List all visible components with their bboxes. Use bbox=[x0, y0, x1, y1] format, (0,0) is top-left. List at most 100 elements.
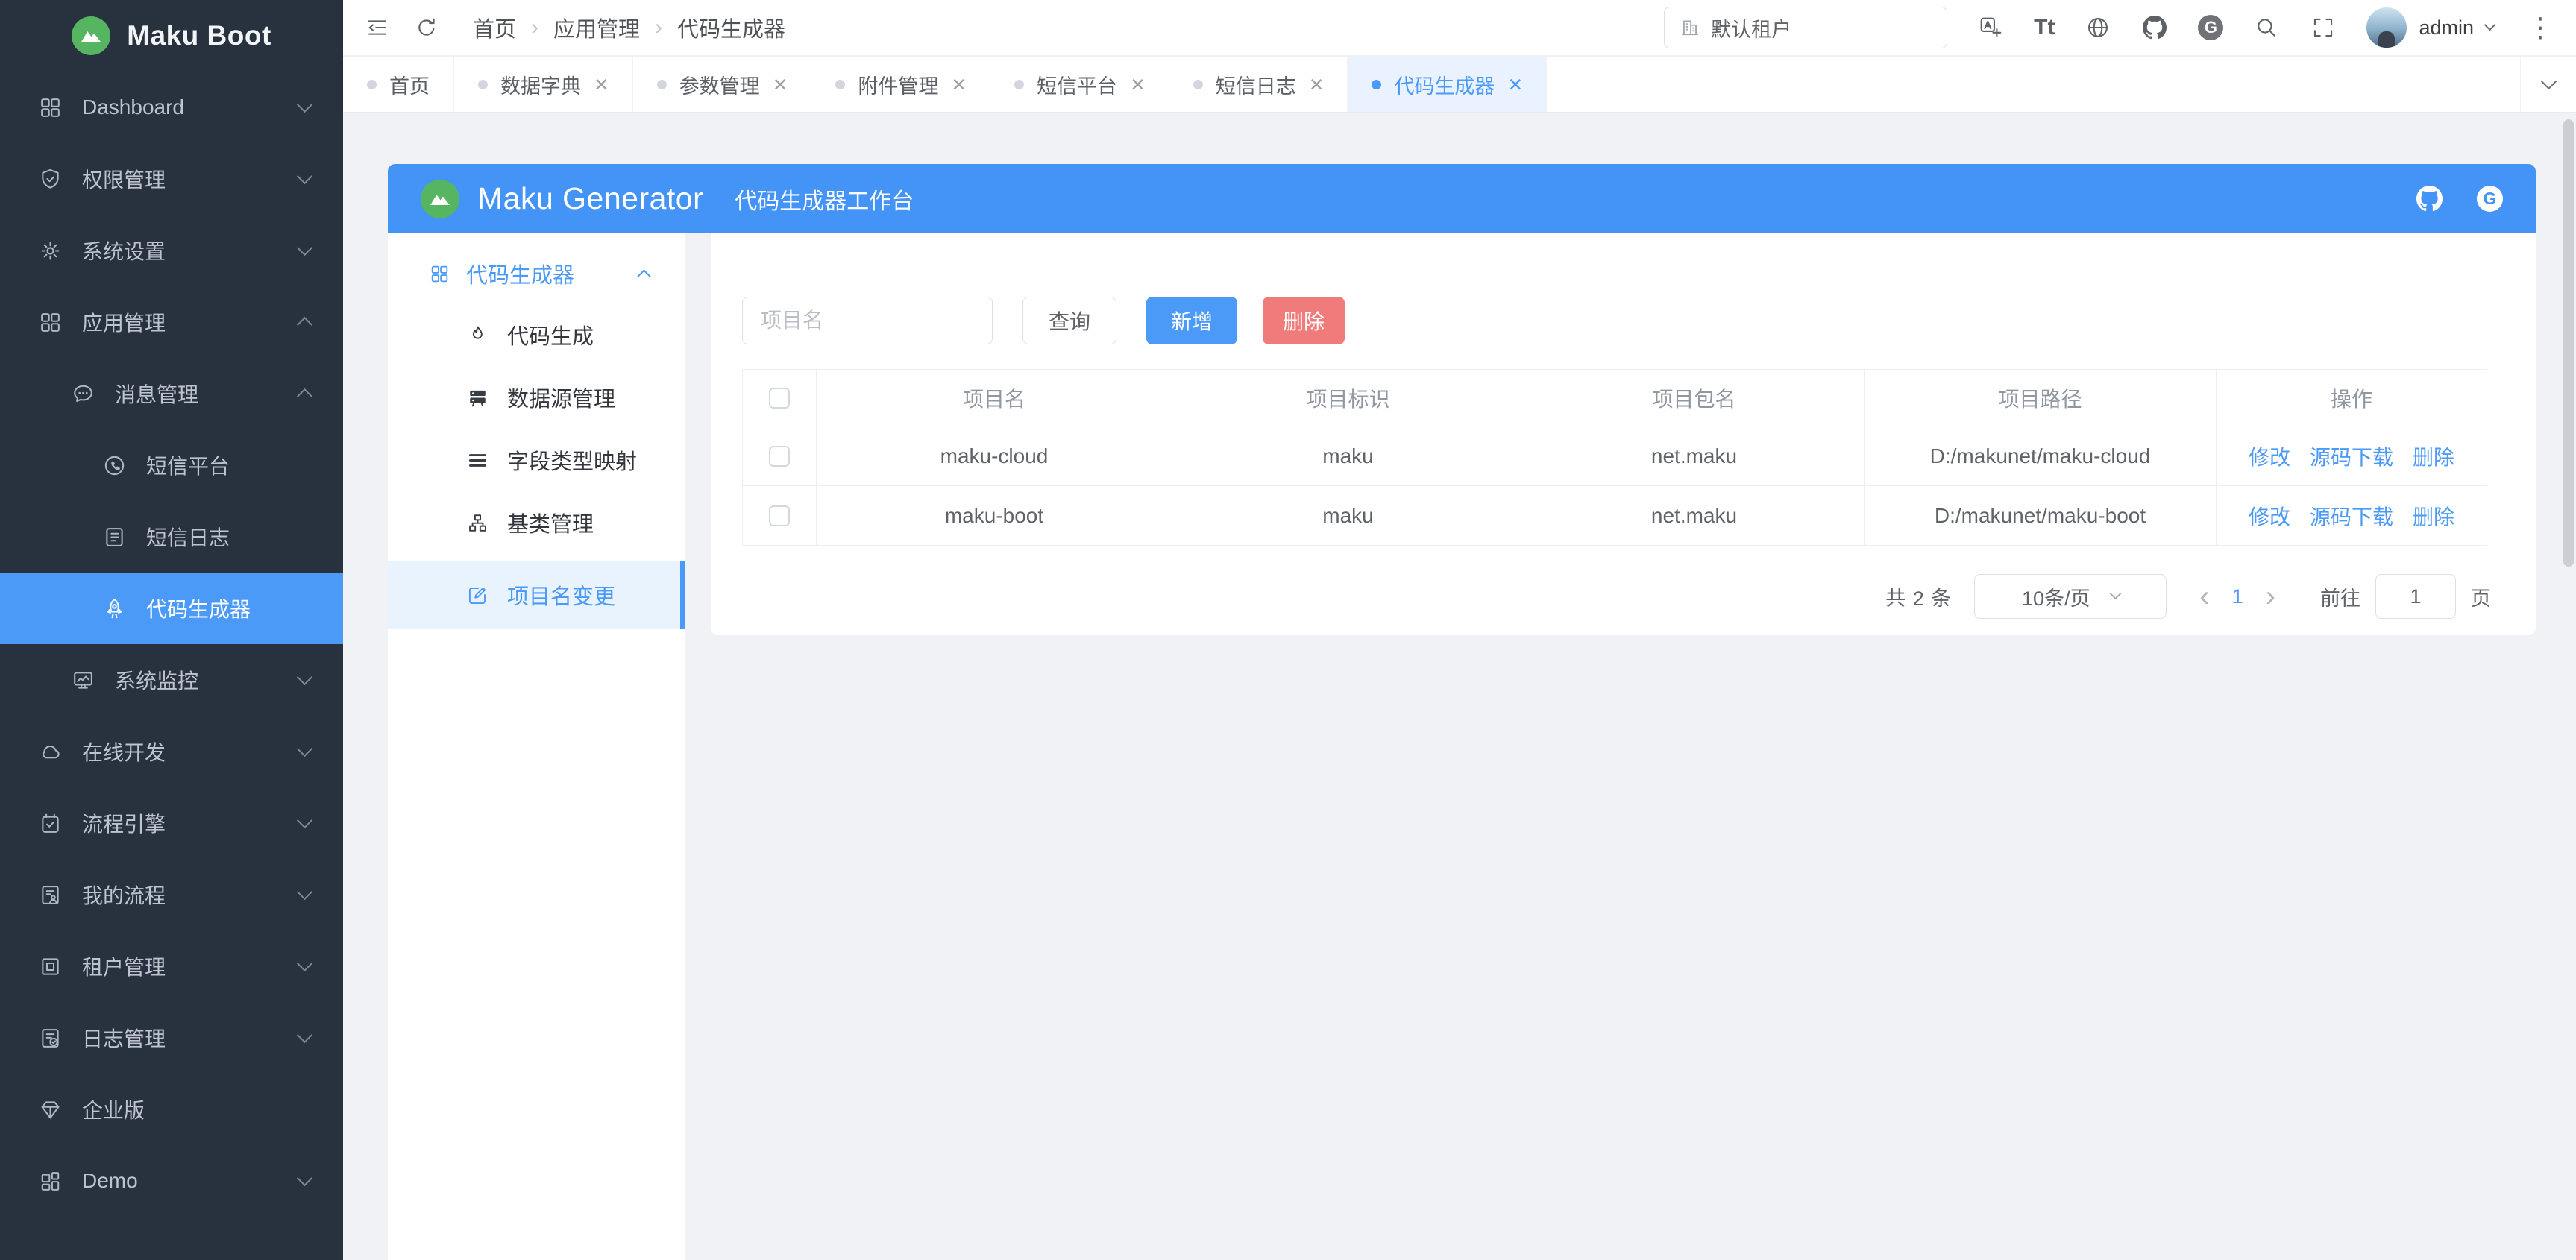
page-input[interactable] bbox=[2375, 574, 2456, 619]
row-checkbox[interactable] bbox=[769, 446, 790, 467]
sidebar-item-tenant-management[interactable]: 租户管理 bbox=[0, 930, 343, 1002]
sidebar-item-sms-log[interactable]: 短信日志 bbox=[0, 501, 343, 573]
close-icon[interactable]: × bbox=[594, 72, 609, 96]
sidebar-item-log-management[interactable]: 日志管理 bbox=[0, 1002, 343, 1074]
page-size-select[interactable]: 10条/页 bbox=[1974, 574, 2167, 619]
tab-label: 首页 bbox=[389, 70, 430, 99]
user-menu[interactable]: admin bbox=[2366, 7, 2494, 48]
current-page-number[interactable]: 1 bbox=[2232, 585, 2243, 608]
column-header: 项目名 bbox=[817, 370, 1172, 426]
sidebar-nav: Dashboard 权限管理 系统设置 应用管理 消息管理 bbox=[0, 72, 343, 1260]
edit-link[interactable]: 修改 bbox=[2249, 441, 2290, 471]
close-icon[interactable]: × bbox=[773, 72, 788, 96]
select-all-checkbox[interactable] bbox=[769, 388, 790, 409]
shield-check-icon bbox=[39, 168, 62, 191]
prev-page-button[interactable]: ‹ bbox=[2199, 582, 2209, 611]
sidebar-item-app-management[interactable]: 应用管理 bbox=[0, 286, 343, 358]
close-icon[interactable]: × bbox=[952, 72, 966, 96]
sidebar-item-permission[interactable]: 权限管理 bbox=[0, 143, 343, 215]
font-size-icon[interactable]: Tt bbox=[2034, 15, 2055, 40]
search-icon[interactable] bbox=[2253, 14, 2280, 41]
brand-logo-row[interactable]: Maku Boot bbox=[0, 0, 343, 72]
edit-link[interactable]: 修改 bbox=[2249, 501, 2290, 531]
username: admin bbox=[2419, 16, 2474, 40]
download-source-link[interactable]: 源码下载 bbox=[2310, 441, 2393, 471]
refresh-icon[interactable] bbox=[413, 14, 440, 41]
close-icon[interactable]: × bbox=[1310, 72, 1324, 96]
sidebar-item-my-process[interactable]: 我的流程 bbox=[0, 859, 343, 930]
fullscreen-icon[interactable] bbox=[2310, 14, 2337, 41]
sidebar-item-code-generator[interactable]: 代码生成器 bbox=[0, 573, 343, 644]
collapse-sidebar-icon[interactable] bbox=[364, 14, 391, 41]
globe-icon[interactable] bbox=[2085, 14, 2111, 41]
download-source-link[interactable]: 源码下载 bbox=[2310, 501, 2393, 531]
sidebar-item-label: 日志管理 bbox=[82, 1023, 299, 1053]
breadcrumb-app-management[interactable]: 应用管理 bbox=[553, 12, 640, 43]
list-document-icon bbox=[103, 526, 126, 549]
project-name-input[interactable] bbox=[742, 297, 993, 344]
gen-menu-group-code-generator[interactable]: 代码生成器 bbox=[388, 244, 685, 303]
gen-menu-base-class-management[interactable]: 基类管理 bbox=[388, 491, 685, 554]
more-menu-icon[interactable]: ⋮ bbox=[2524, 14, 2557, 41]
delete-button[interactable]: 删除 bbox=[1263, 297, 1345, 344]
close-icon[interactable]: × bbox=[1131, 72, 1145, 96]
gen-menu-project-rename[interactable]: 项目名变更 bbox=[388, 561, 685, 629]
sidebar-item-label: 在线开发 bbox=[82, 737, 299, 766]
phone-circle-icon bbox=[103, 454, 126, 477]
tab-sms-log[interactable]: 短信日志 × bbox=[1169, 57, 1348, 112]
github-icon[interactable] bbox=[2141, 14, 2168, 41]
projects-table: 项目名 项目标识 项目包名 项目路径 操作 maku-cloud maku ne… bbox=[742, 369, 2487, 546]
sidebar-item-system-settings[interactable]: 系统设置 bbox=[0, 215, 343, 286]
column-header: 操作 bbox=[2217, 370, 2487, 426]
gen-menu-datasource-management[interactable]: 数据源管理 bbox=[388, 366, 685, 429]
delete-link[interactable]: 删除 bbox=[2413, 501, 2454, 531]
breadcrumb-home[interactable]: 首页 bbox=[473, 12, 516, 43]
sidebar-item-demo[interactable]: Demo bbox=[0, 1145, 343, 1217]
next-page-button[interactable]: › bbox=[2266, 582, 2275, 611]
translate-icon[interactable] bbox=[1977, 14, 2004, 41]
sidebar-item-label: 应用管理 bbox=[82, 307, 299, 337]
gen-menu-code-generate[interactable]: 代码生成 bbox=[388, 303, 685, 366]
delete-link[interactable]: 删除 bbox=[2413, 441, 2454, 471]
tab-label: 短信日志 bbox=[1216, 70, 1296, 99]
table-row: maku-boot maku net.maku D:/makunet/maku-… bbox=[743, 486, 2487, 546]
scrollbar[interactable] bbox=[2563, 57, 2575, 1260]
sidebar-item-dashboard[interactable]: Dashboard bbox=[0, 72, 343, 143]
gitee-icon[interactable]: G bbox=[2198, 15, 2223, 40]
tabbar-spacer bbox=[1547, 57, 2520, 112]
sidebar-item-label: 我的流程 bbox=[82, 880, 299, 910]
grid-icon bbox=[430, 264, 450, 284]
row-checkbox[interactable] bbox=[769, 505, 790, 526]
tab-code-generator[interactable]: 代码生成器 × bbox=[1348, 57, 1547, 112]
project-code-cell: maku bbox=[1172, 486, 1524, 546]
chevron-down-icon bbox=[2540, 74, 2556, 89]
gen-menu-item-label: 数据源管理 bbox=[507, 382, 615, 413]
sidebar-item-message-management[interactable]: 消息管理 bbox=[0, 358, 343, 429]
gitee-icon[interactable]: G bbox=[2477, 186, 2503, 212]
gen-menu-field-type-mapping[interactable]: 字段类型映射 bbox=[388, 429, 685, 491]
sidebar-item-system-monitor[interactable]: 系统监控 bbox=[0, 644, 343, 716]
gear-icon bbox=[39, 239, 62, 262]
github-icon[interactable] bbox=[2416, 186, 2443, 212]
tab-data-dictionary[interactable]: 数据字典 × bbox=[454, 57, 633, 112]
tab-home[interactable]: 首页 bbox=[343, 57, 454, 112]
chevron-down-icon bbox=[2109, 588, 2121, 600]
sidebar-item-sms-platform[interactable]: 短信平台 bbox=[0, 429, 343, 501]
tab-dot-icon bbox=[1193, 80, 1203, 89]
query-button[interactable]: 查询 bbox=[1022, 297, 1116, 344]
sidebar-item-online-dev[interactable]: 在线开发 bbox=[0, 716, 343, 787]
chevron-down-icon bbox=[297, 1171, 312, 1186]
sidebar-item-label: 短信日志 bbox=[146, 522, 343, 552]
tab-param-management[interactable]: 参数管理 × bbox=[633, 57, 812, 112]
tab-sms-platform[interactable]: 短信平台 × bbox=[990, 57, 1169, 112]
tenant-select[interactable]: 默认租户 bbox=[1664, 7, 1947, 48]
add-button[interactable]: 新增 bbox=[1146, 297, 1237, 344]
sidebar-item-label: 系统设置 bbox=[82, 236, 299, 265]
sidebar-item-enterprise[interactable]: 企业版 bbox=[0, 1074, 343, 1145]
chevron-down-icon bbox=[297, 956, 312, 971]
close-icon[interactable]: × bbox=[1508, 72, 1522, 96]
scrollbar-thumb[interactable] bbox=[2563, 119, 2574, 567]
chevron-down-icon bbox=[297, 1027, 312, 1043]
sidebar-item-process-engine[interactable]: 流程引擎 bbox=[0, 787, 343, 859]
tab-attachment-management[interactable]: 附件管理 × bbox=[811, 57, 990, 112]
